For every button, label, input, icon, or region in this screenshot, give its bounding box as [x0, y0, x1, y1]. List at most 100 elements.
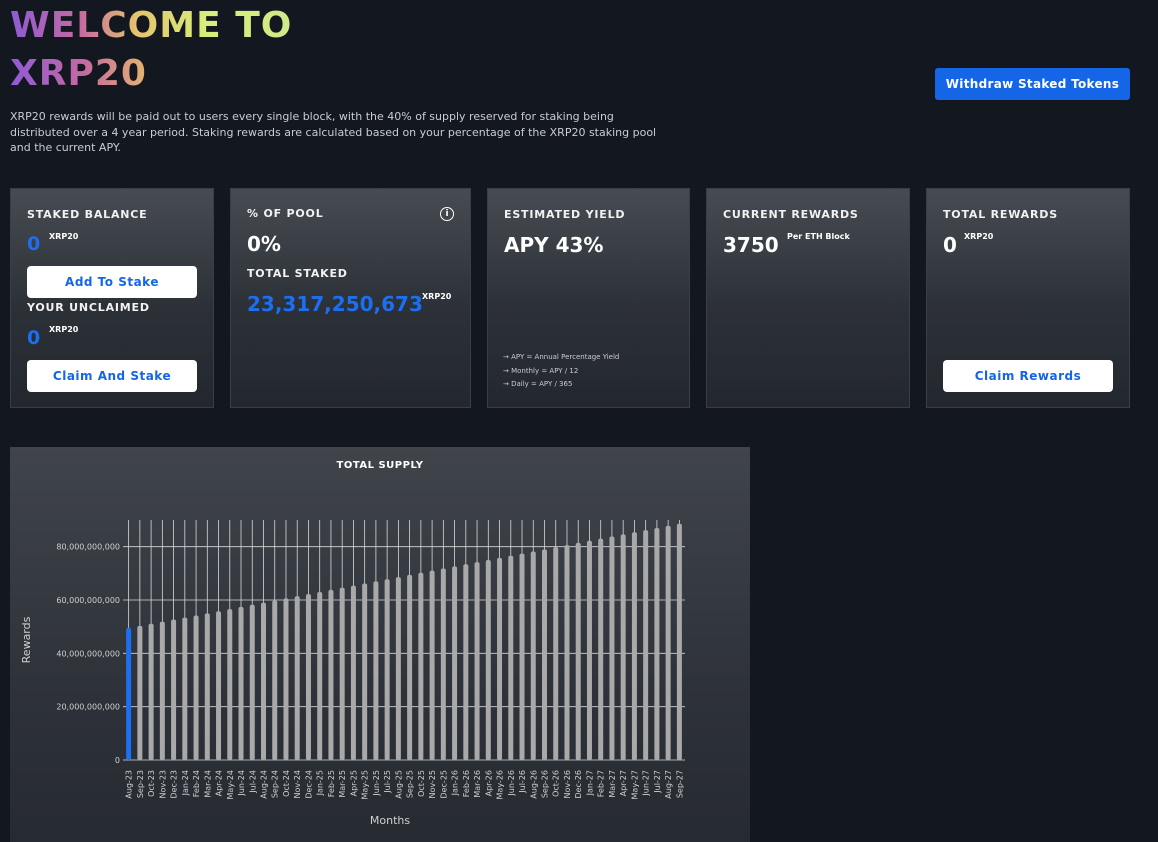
current-rewards-unit: Per ETH Block [787, 232, 850, 241]
bar [238, 606, 244, 760]
bar [407, 574, 413, 760]
bar [452, 566, 458, 760]
add-to-stake-button[interactable]: Add To Stake [27, 266, 197, 298]
total-supply-chart: 0 20,000,000,000 40,000,000,000 60,000,000,… [20, 520, 685, 827]
apy-note: → Monthly = APY / 12 [503, 366, 579, 375]
bar [395, 577, 401, 760]
bar [631, 532, 637, 760]
x-tick-label: Sep-26 [541, 770, 550, 798]
y-tick-label: 60,000,000,000 [56, 596, 120, 605]
x-tick-label: Jun-25 [372, 770, 381, 797]
x-tick-label: Sep-27 [675, 770, 684, 798]
bar [373, 581, 379, 760]
bar [575, 542, 581, 760]
x-tick-label: Jan-26 [451, 770, 460, 796]
x-tick-label: Nov-24 [293, 770, 302, 798]
bar [665, 525, 671, 760]
x-tick-label: Apr-26 [484, 770, 493, 796]
x-tick-label: Feb-27 [597, 770, 606, 797]
bar [497, 557, 503, 760]
bar [204, 613, 210, 760]
x-tick-label: Dec-26 [574, 770, 583, 799]
x-tick-label: Nov-25 [428, 770, 437, 798]
x-tick-label: Sep-23 [136, 770, 145, 798]
total-staked-value: 23,317,250,673 [247, 292, 423, 316]
bar [137, 625, 143, 760]
bar [429, 570, 435, 760]
x-tick-label: Oct-25 [417, 770, 426, 797]
bar [440, 568, 446, 760]
arrow-right-icon: → [503, 366, 512, 375]
withdraw-staked-tokens-button[interactable]: Withdraw Staked Tokens [935, 68, 1130, 100]
bar [249, 604, 255, 760]
current-rewards-card: CURRENT REWARDS 3750 Per ETH Block [706, 188, 910, 408]
x-tick-label: Dec-24 [304, 770, 313, 799]
bar [294, 596, 300, 760]
x-tick-label: Apr-24 [215, 770, 224, 796]
bar [305, 594, 311, 760]
info-icon[interactable]: i [440, 207, 454, 221]
x-tick-label: Aug-24 [260, 770, 269, 799]
bar [182, 617, 188, 760]
x-tick-label: Nov-23 [158, 770, 167, 798]
bar [643, 530, 649, 760]
bar [418, 572, 424, 760]
bar [261, 602, 266, 760]
bar [227, 609, 233, 760]
bar [339, 587, 345, 760]
bar [564, 545, 570, 760]
x-tick-label: Mar-25 [338, 770, 347, 798]
y-tick-label: 80,000,000,000 [56, 543, 120, 552]
x-tick-label: Mar-24 [203, 770, 212, 798]
estimated-yield-label: ESTIMATED YIELD [504, 208, 626, 221]
x-tick-label: Nov-26 [563, 770, 572, 798]
pool-label: % OF POOL [247, 207, 324, 220]
staked-balance-label: STAKED BALANCE [27, 208, 148, 221]
estimated-yield-card: ESTIMATED YIELD APY 43% → APY = Annual P… [487, 188, 690, 408]
x-tick-label: May-26 [496, 770, 505, 799]
bar [542, 549, 547, 760]
apy-note: → APY = Annual Percentage Yield [503, 353, 620, 361]
bar [553, 547, 559, 760]
title-line-2: XRP20 [10, 53, 147, 94]
total-rewards-unit: XRP20 [964, 232, 994, 241]
page-title: WELCOME TO XRP20 [10, 2, 292, 98]
x-tick-label: Feb-26 [462, 770, 471, 797]
bar [283, 598, 289, 760]
bar [654, 528, 660, 760]
unclaimed-value: 0 [27, 327, 41, 349]
total-rewards-value: 0 [943, 233, 957, 257]
your-unclaimed-label: YOUR UNCLAIMED [27, 301, 150, 314]
claim-and-stake-button[interactable]: Claim And Stake [27, 360, 197, 392]
x-tick-label: Jan-24 [181, 770, 190, 796]
x-tick-label: Oct-23 [147, 770, 156, 797]
bar [474, 562, 480, 760]
bar [148, 623, 154, 760]
x-tick-label: Aug-23 [125, 770, 134, 799]
pool-card: % OF POOL i 0% TOTAL STAKED 23,317,250,6… [230, 188, 471, 408]
y-tick-label: 0 [115, 756, 120, 765]
bar [216, 611, 222, 760]
x-tick-label: May-25 [361, 770, 370, 799]
total-staked-label: TOTAL STAKED [247, 267, 348, 280]
x-tick-label: Aug-25 [394, 770, 403, 799]
x-tick-label: Feb-24 [192, 770, 201, 797]
current-rewards-value: 3750 [723, 233, 779, 257]
apy-value: APY 43% [504, 233, 604, 257]
total-rewards-label: TOTAL REWARDS [943, 208, 1058, 221]
bar [126, 628, 132, 760]
x-axis-label: Months [370, 814, 410, 827]
bar [384, 579, 390, 760]
x-tick-label: Jun-26 [507, 770, 516, 797]
x-tick-label: Mar-26 [473, 770, 482, 798]
bar [620, 534, 626, 760]
x-tick-label: Sep-25 [406, 770, 415, 798]
bar [193, 615, 199, 760]
staked-balance-card: STAKED BALANCE 0 XRP20 Add To Stake YOUR… [10, 188, 214, 408]
claim-rewards-button[interactable]: Claim Rewards [943, 360, 1113, 392]
x-tick-label: Dec-25 [439, 770, 448, 799]
x-tick-label: Mar-27 [608, 770, 617, 798]
current-rewards-label: CURRENT REWARDS [723, 208, 859, 221]
arrow-right-icon: → [503, 353, 512, 361]
pool-percentage-value: 0% [247, 232, 281, 256]
